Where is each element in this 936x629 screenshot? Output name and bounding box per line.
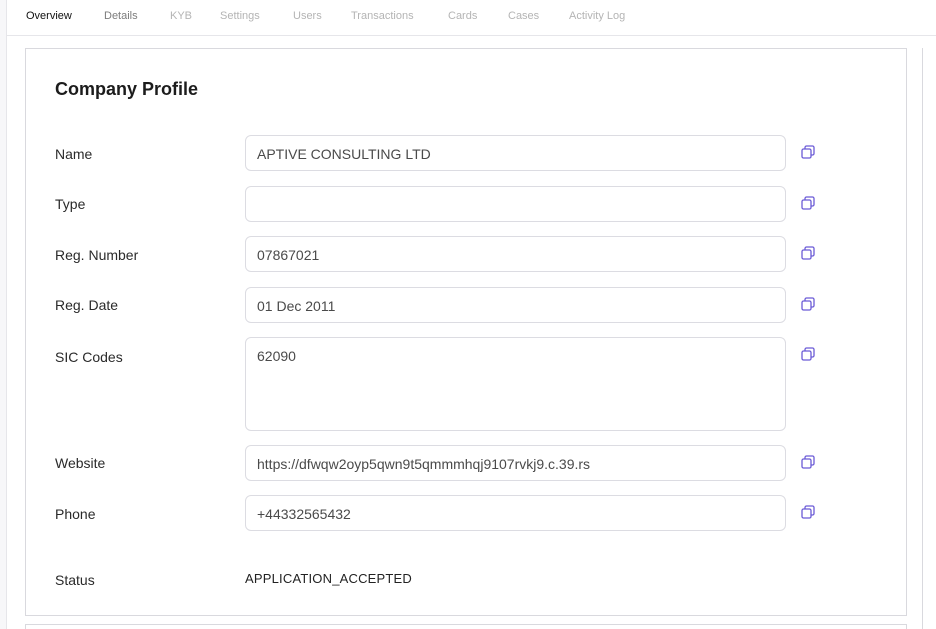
copy-icon <box>801 505 815 519</box>
reg-number-label: Reg. Number <box>55 247 139 263</box>
sic-codes-label: SIC Codes <box>55 349 123 365</box>
tab-users[interactable]: Users <box>293 10 322 22</box>
copy-icon <box>801 347 815 361</box>
right-panel-edge <box>922 48 936 629</box>
tab-details[interactable]: Details <box>104 10 138 22</box>
card-title: Company Profile <box>55 79 199 99</box>
copy-phone-button[interactable] <box>800 504 818 522</box>
copy-sic-codes-button[interactable] <box>800 346 818 364</box>
reg-date-value: 01 Dec 2011 <box>257 298 336 314</box>
sic-codes-value: 62090 <box>257 348 296 364</box>
tab-transactions[interactable]: Transactions <box>351 10 414 22</box>
sic-codes-field[interactable]: 62090 <box>245 337 786 431</box>
phone-label: Phone <box>55 506 96 522</box>
copy-icon <box>801 196 815 210</box>
tab-cases[interactable]: Cases <box>508 10 539 22</box>
next-card-edge <box>25 624 907 629</box>
reg-number-field[interactable]: 07867021 <box>245 236 786 272</box>
company-profile-card: Company Profile Name APTIVE CONSULTING L… <box>25 48 907 616</box>
copy-name-button[interactable] <box>800 144 818 162</box>
left-rail <box>0 0 7 629</box>
copy-icon <box>801 455 815 469</box>
copy-reg-number-button[interactable] <box>800 245 818 263</box>
tab-settings[interactable]: Settings <box>220 10 260 22</box>
tab-bar: Overview Details KYB Settings Users Tran… <box>7 0 936 36</box>
type-field[interactable] <box>245 186 786 222</box>
reg-date-label: Reg. Date <box>55 297 119 313</box>
tab-kyb[interactable]: KYB <box>170 10 192 22</box>
status-value: APPLICATION_ACCEPTED <box>245 571 413 586</box>
website-field[interactable]: https://dfwqw2oyp5qwn9t5qmmmhqj9107rvkj9… <box>245 445 786 481</box>
phone-value: +44332565432 <box>257 506 351 522</box>
reg-number-value: 07867021 <box>257 247 320 263</box>
tab-cards[interactable]: Cards <box>448 10 477 22</box>
copy-icon <box>801 246 815 260</box>
reg-date-field[interactable]: 01 Dec 2011 <box>245 287 786 323</box>
tab-overview[interactable]: Overview <box>26 10 72 22</box>
name-value: APTIVE CONSULTING LTD <box>257 146 431 162</box>
copy-reg-date-button[interactable] <box>800 296 818 314</box>
phone-field[interactable]: +44332565432 <box>245 495 786 531</box>
status-label: Status <box>55 572 95 588</box>
copy-website-button[interactable] <box>800 454 818 472</box>
copy-icon <box>801 297 815 311</box>
name-label: Name <box>55 146 93 162</box>
name-field[interactable]: APTIVE CONSULTING LTD <box>245 135 786 171</box>
copy-icon <box>801 145 815 159</box>
website-label: Website <box>55 455 106 471</box>
copy-type-button[interactable] <box>800 195 818 213</box>
website-value: https://dfwqw2oyp5qwn9t5qmmmhqj9107rvkj9… <box>257 456 591 472</box>
tab-activity-log[interactable]: Activity Log <box>569 10 625 22</box>
type-label: Type <box>55 196 86 212</box>
